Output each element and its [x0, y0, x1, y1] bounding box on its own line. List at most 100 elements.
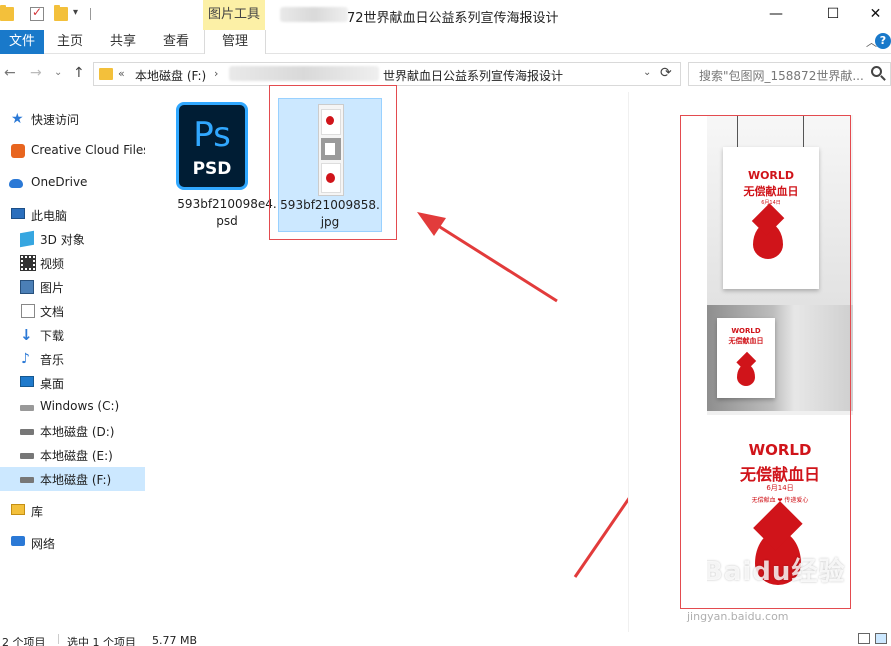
tab-home[interactable]: 主页 — [57, 30, 83, 54]
quick-access-dropdown-icon[interactable]: ▾ — [73, 7, 78, 18]
drive-icon — [20, 453, 34, 459]
minimize-button[interactable]: — — [753, 0, 799, 30]
selection-count: 选中 1 个项目 — [67, 636, 136, 646]
sidebar-item-label: 图片 — [40, 281, 65, 295]
sidebar-item-label: 3D 对象 — [40, 233, 85, 247]
download-icon: ↓ — [20, 326, 33, 344]
desktop-icon — [20, 376, 34, 387]
blurred-breadcrumb — [229, 66, 379, 81]
documents-icon — [21, 304, 35, 318]
search-box[interactable]: 搜索"包图网_158872世界献... — [688, 62, 891, 86]
refresh-icon[interactable]: ⟳ — [660, 65, 672, 81]
sidebar-item-videos[interactable]: 视频 — [0, 251, 145, 275]
sidebar-item-desktop[interactable]: 桌面 — [0, 371, 145, 395]
search-icon[interactable] — [871, 66, 882, 77]
ribbon-tabs: 文件 主页 共享 查看 管理 ︿ ? — [0, 30, 891, 54]
selection-size: 5.77 MB — [152, 634, 198, 646]
sidebar-item-label: 网络 — [31, 537, 56, 551]
library-icon — [11, 504, 25, 515]
title-bar: ▾ 图片工具 72世界献血日公益系列宣传海报设计 — ☐ ✕ — [0, 0, 891, 30]
sidebar-item-network[interactable]: 网络 — [0, 531, 145, 555]
sidebar-item-label: 本地磁盘 (F:) — [40, 473, 112, 487]
windows-drive-icon — [20, 405, 34, 411]
highlight-box — [269, 85, 397, 240]
sidebar-item-creative-cloud[interactable]: Creative Cloud Files — [0, 139, 145, 163]
folder-icon — [99, 68, 113, 80]
sidebar-item-this-pc[interactable]: 此电脑 — [0, 203, 145, 227]
close-button[interactable]: ✕ — [860, 0, 891, 30]
help-icon[interactable]: ? — [875, 33, 891, 49]
back-button[interactable]: ← — [4, 65, 16, 81]
sidebar-item-label: 库 — [31, 505, 44, 519]
sidebar-item-drive-d[interactable]: 本地磁盘 (D:) — [0, 419, 145, 443]
sidebar-item-pictures[interactable]: 图片 — [0, 275, 145, 299]
sidebar-item-drive-f[interactable]: 本地磁盘 (F:) — [0, 467, 145, 491]
sidebar-item-label: 文档 — [40, 305, 65, 319]
psd-label: PSD — [192, 159, 232, 179]
forward-button[interactable]: → — [30, 65, 42, 81]
music-icon: ♪ — [21, 351, 30, 367]
cloud-icon — [9, 179, 23, 188]
details-view-icon[interactable] — [858, 633, 870, 644]
drive-icon — [20, 429, 34, 435]
search-input[interactable]: 搜索"包图网_158872世界献... — [699, 67, 864, 84]
creative-cloud-icon — [11, 144, 25, 158]
sidebar-item-3d-objects[interactable]: 3D 对象 — [0, 227, 145, 251]
video-icon — [20, 255, 36, 271]
properties-icon[interactable] — [30, 5, 44, 21]
breadcrumb-drive[interactable]: 本地磁盘 (F:) — [135, 67, 206, 84]
pictures-icon — [20, 280, 34, 294]
sidebar-item-documents[interactable]: 文档 — [0, 299, 145, 323]
tab-manage[interactable]: 管理 — [204, 30, 266, 54]
star-icon: ★ — [11, 111, 24, 127]
sidebar-item-onedrive[interactable]: OneDrive — [0, 171, 145, 195]
breadcrumb-folder[interactable]: 世界献血日公益系列宣传海报设计 — [383, 67, 563, 84]
window-title: 72世界献血日公益系列宣传海报设计 — [347, 11, 559, 26]
sidebar-item-label: 本地磁盘 (D:) — [40, 425, 115, 439]
navigation-pane: ★ 快速访问 Creative Cloud Files OneDrive 此电脑… — [0, 92, 145, 632]
sidebar-item-windows-c[interactable]: Windows (C:) — [0, 395, 145, 419]
recent-locations-dropdown[interactable]: ⌄ — [54, 67, 62, 78]
sidebar-item-drive-e[interactable]: 本地磁盘 (E:) — [0, 443, 145, 467]
breadcrumb-separator[interactable]: › — [214, 67, 218, 80]
sidebar-item-label: Windows (C:) — [40, 399, 120, 413]
sidebar-item-quick-access[interactable]: ★ 快速访问 — [0, 107, 145, 131]
sidebar-item-downloads[interactable]: ↓ 下载 — [0, 323, 145, 347]
tab-share[interactable]: 共享 — [110, 30, 136, 54]
up-button[interactable]: ↑ — [73, 65, 85, 81]
address-dropdown[interactable]: ⌄ — [643, 67, 651, 78]
blurred-title — [280, 7, 348, 22]
divider — [58, 634, 59, 644]
drive-icon — [20, 477, 34, 483]
sidebar-item-libraries[interactable]: 库 — [0, 499, 145, 523]
sidebar-item-label: 桌面 — [40, 377, 65, 391]
divider — [90, 8, 91, 20]
photoshop-logo-text: Ps — [193, 115, 231, 155]
network-icon — [11, 536, 25, 546]
large-icons-view-icon[interactable] — [875, 633, 887, 644]
tab-file[interactable]: 文件 — [0, 30, 44, 54]
navigation-bar: ← → ⌄ ↑ « 本地磁盘 (F:) › 世界献血日公益系列宣传海报设计 ⌄ … — [0, 54, 891, 92]
new-folder-icon[interactable] — [54, 5, 68, 21]
folder-icon[interactable] — [0, 5, 14, 21]
sidebar-item-label: 快速访问 — [31, 113, 80, 127]
sidebar-item-label: Creative Cloud Files — [31, 143, 145, 157]
item-count: 2 个项目 — [2, 636, 46, 646]
3d-objects-icon — [20, 230, 34, 248]
maximize-button[interactable]: ☐ — [810, 0, 856, 30]
picture-tools-context-tab: 图片工具 — [203, 0, 265, 30]
address-overflow-icon[interactable]: « — [118, 67, 125, 80]
sidebar-item-label: 音乐 — [40, 353, 65, 367]
sidebar-item-label: OneDrive — [31, 175, 88, 189]
sidebar-item-label: 下载 — [40, 329, 65, 343]
sidebar-item-label: 视频 — [40, 257, 65, 271]
sidebar-item-music[interactable]: ♪ 音乐 — [0, 347, 145, 371]
tab-view[interactable]: 查看 — [163, 30, 189, 54]
watermark-url: jingyan.baidu.com — [687, 610, 789, 623]
computer-icon — [11, 208, 25, 219]
highlight-box — [680, 115, 851, 609]
status-bar: 2 个项目 选中 1 个项目 5.77 MB — [0, 632, 891, 646]
address-bar[interactable]: « 本地磁盘 (F:) › 世界献血日公益系列宣传海报设计 ⌄ ⟳ — [93, 62, 681, 86]
sidebar-item-label: 此电脑 — [31, 209, 68, 223]
photoshop-file-icon: Ps PSD — [176, 102, 248, 190]
